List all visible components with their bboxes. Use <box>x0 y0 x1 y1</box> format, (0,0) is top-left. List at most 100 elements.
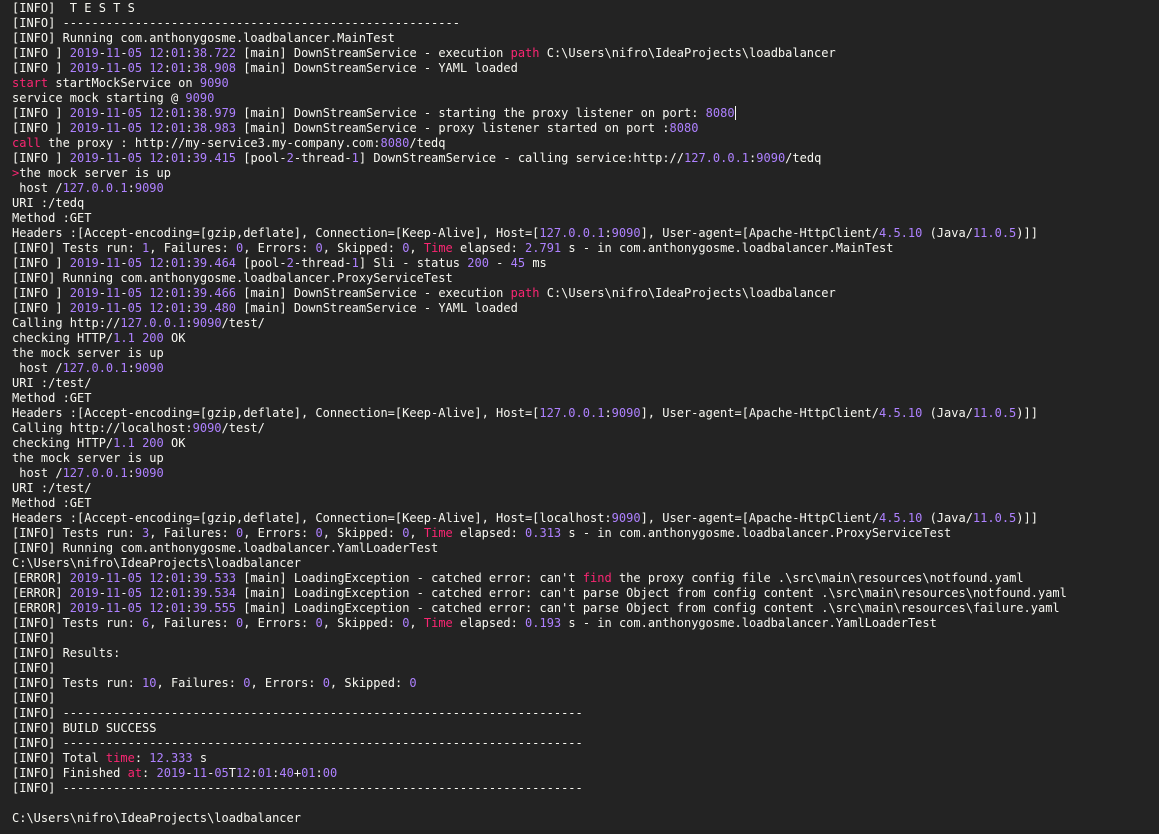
line-segment: - <box>98 151 106 165</box>
line-segment: 12 <box>149 571 164 585</box>
line-segment: 2019 <box>69 586 99 600</box>
line-segment: (Java/ <box>922 226 973 240</box>
line-segment: 9090 <box>199 76 229 90</box>
line-segment: 11.0.5 <box>972 226 1017 240</box>
terminal-line: URI :/tedq <box>12 196 84 211</box>
line-segment: 2 <box>286 256 294 270</box>
line-segment: 12 <box>236 766 251 780</box>
terminal-line: [INFO] ---------------------------------… <box>12 781 583 796</box>
terminal-line: Method :GET <box>12 391 91 406</box>
line-segment: 39.464 <box>192 256 237 270</box>
line-segment: Headers :[Accept-encoding=[gzip,deflate]… <box>12 511 612 525</box>
terminal-output[interactable]: [INFO] T E S T S [INFO] -----------------… <box>0 0 1159 834</box>
line-segment: 05 <box>127 286 143 300</box>
line-segment: [main] LoadingException - catched error:… <box>236 601 1060 615</box>
line-segment: , Failures: <box>156 676 244 690</box>
line-segment: URI :/tedq <box>12 196 85 210</box>
line-segment: s - in com.anthonygosme.loadbalancer.Pro… <box>561 526 952 540</box>
line-segment: : <box>163 301 171 315</box>
line-segment: 9090 <box>185 91 215 105</box>
line-segment: - <box>98 601 106 615</box>
terminal-line: Method :GET <box>12 211 91 226</box>
line-segment: [INFO ] <box>12 121 70 135</box>
terminal-line: [INFO] Finished at: 2019-11-05T12:01:40+… <box>12 766 337 781</box>
line-segment: 05 <box>127 301 143 315</box>
line-segment: call <box>12 136 41 150</box>
line-segment: )]] <box>1016 511 1038 525</box>
line-segment: , Failures: <box>149 616 236 630</box>
line-segment: 2019 <box>69 121 99 135</box>
terminal-line: [INFO ] 2019-11-05 12:01:39.415 [pool-2-… <box>12 151 821 166</box>
terminal-line: [INFO] Running com.anthonygosme.loadbala… <box>12 31 395 46</box>
line-segment: : <box>163 121 171 135</box>
line-segment: Time <box>423 616 453 630</box>
line-segment: (Java/ <box>922 511 973 525</box>
line-segment: [main] DownStreamService - execution <box>236 286 511 300</box>
line-segment: [INFO] Finished <box>12 766 128 780</box>
line-segment: , Skipped: <box>329 676 410 690</box>
line-segment: 38.979 <box>192 106 237 120</box>
line-segment: 05 <box>127 601 143 615</box>
line-segment: elapsed: <box>452 241 526 255</box>
line-segment: - <box>185 766 193 780</box>
terminal-line: checking HTTP/1.1 200 OK <box>12 331 185 346</box>
terminal-line: host /127.0.0.1:9090 <box>12 466 164 481</box>
line-segment: host / <box>12 361 63 375</box>
line-segment: , Errors: <box>243 616 316 630</box>
line-segment: 9090 <box>192 421 222 435</box>
line-segment: [INFO ] <box>12 106 70 120</box>
line-segment: - <box>120 256 128 270</box>
line-segment: 05 <box>127 61 143 75</box>
line-segment: 8080 <box>705 106 735 120</box>
line-segment: - <box>120 286 128 300</box>
line-segment: [main] LoadingException - catched error:… <box>236 586 1067 600</box>
line-segment: 12 <box>149 61 164 75</box>
terminal-line: [INFO] T E S T S <box>12 1 135 16</box>
line-segment: 127.0.0.1 <box>120 316 186 330</box>
line-segment: Time <box>423 241 453 255</box>
line-segment: : <box>163 256 171 270</box>
line-segment: - <box>120 46 128 60</box>
line-segment: C:\Users\nifro\IdeaProjects\loadbalancer <box>12 811 301 825</box>
line-segment: 01 <box>171 301 186 315</box>
line-segment: startMockService on <box>48 76 200 90</box>
terminal-line: [INFO] ---------------------------------… <box>12 736 583 751</box>
terminal-line: [ERROR] 2019-11-05 12:01:39.533 [main] L… <box>12 571 1024 586</box>
line-segment: : <box>163 571 171 585</box>
line-segment: [INFO] Tests run: <box>12 676 143 690</box>
terminal-line: host /127.0.0.1:9090 <box>12 361 164 376</box>
line-segment: : <box>185 286 193 300</box>
line-segment: elapsed: <box>452 616 526 630</box>
line-segment: 2019 <box>69 151 99 165</box>
line-segment: [INFO ] <box>12 151 70 165</box>
line-segment: : <box>604 406 612 420</box>
line-segment: 12 <box>149 286 164 300</box>
terminal-line: Headers :[Accept-encoding=[gzip,deflate]… <box>12 511 1038 526</box>
line-segment: 9090 <box>611 226 641 240</box>
line-segment: 0 <box>409 676 417 690</box>
line-segment: checking HTTP/ <box>12 436 114 450</box>
line-segment: : <box>185 571 193 585</box>
line-segment: - <box>98 121 106 135</box>
line-segment: 0 <box>315 616 323 630</box>
terminal-line: [INFO] Tests run: 10, Failures: 0, Error… <box>12 676 417 691</box>
line-segment: - <box>120 106 128 120</box>
terminal-line: [INFO ] 2019-11-05 12:01:38.983 [main] D… <box>12 121 698 136</box>
line-segment: 9090 <box>134 361 164 375</box>
line-segment: the proxy : http://my-service3.my-compan… <box>40 136 381 150</box>
line-segment: 2019 <box>69 106 99 120</box>
line-segment: host / <box>12 181 63 195</box>
line-segment: URI :/test/ <box>12 481 92 495</box>
terminal-line: [INFO] ---------------------------------… <box>12 706 583 721</box>
line-segment: 11 <box>105 286 121 300</box>
line-segment: s - in com.anthonygosme.loadbalancer.Yam… <box>561 616 937 630</box>
terminal-line: [INFO ] 2019-11-05 12:01:39.464 [pool-2-… <box>12 256 547 271</box>
text-cursor <box>734 106 736 120</box>
line-segment: 05 <box>214 766 229 780</box>
terminal-line: [INFO] <box>12 661 55 676</box>
line-segment: [INFO] ---------------------------------… <box>12 16 460 30</box>
line-segment: [INFO ] <box>12 256 70 270</box>
line-segment: 01 <box>171 46 186 60</box>
line-segment: find <box>582 571 612 585</box>
line-segment: Calling http://localhost: <box>12 421 193 435</box>
